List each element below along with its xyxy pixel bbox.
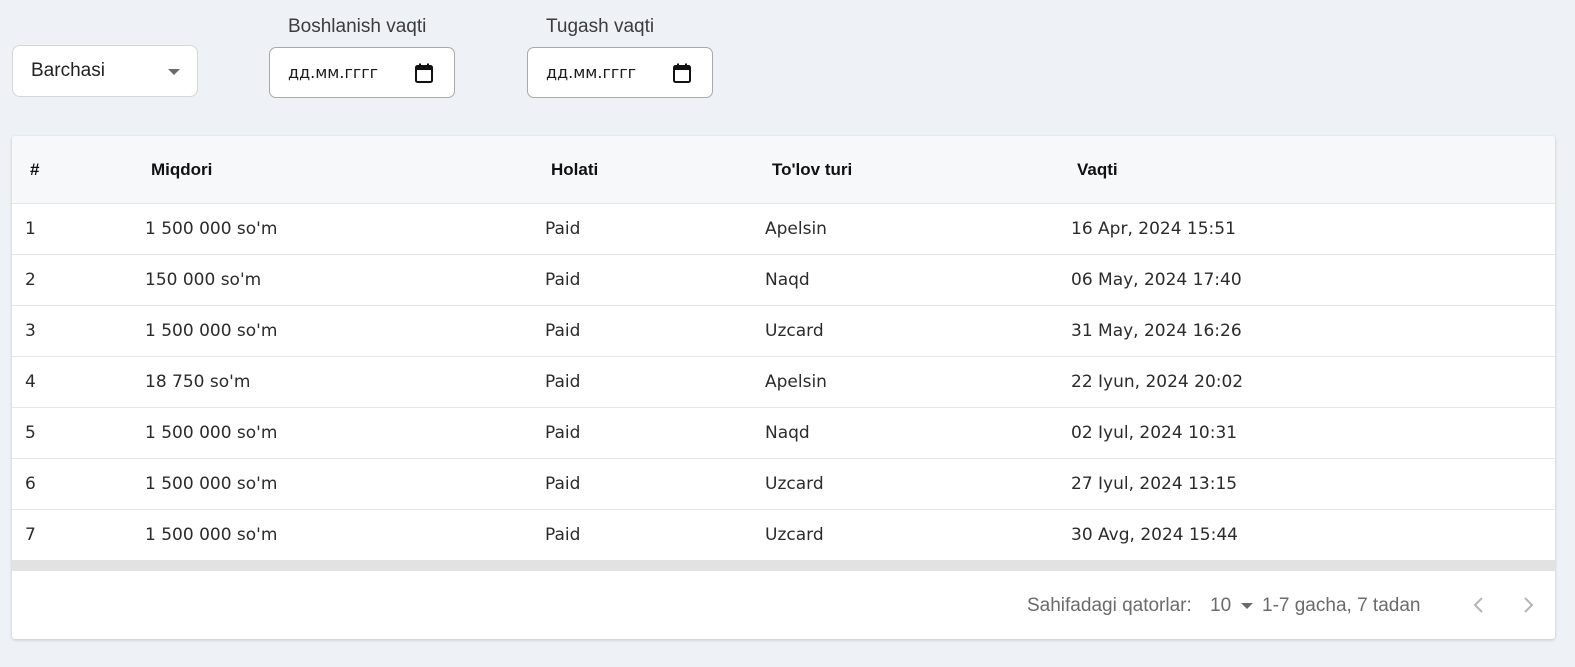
cell-amount: 18 750 so'm [145, 372, 251, 392]
cell-payment-type: Naqd [765, 423, 810, 443]
cell-amount: 1 500 000 so'm [145, 321, 278, 341]
cell-time: 27 Iyul, 2024 13:15 [1071, 474, 1238, 494]
cell-payment-type: Uzcard [765, 474, 824, 494]
cell-number: 3 [25, 321, 36, 341]
start-date-placeholder: дд.мм.гггг [288, 63, 379, 82]
column-header-amount: Miqdori [151, 160, 213, 179]
end-date-label: Tugash vaqti [546, 16, 655, 37]
cell-payment-type: Apelsin [765, 219, 827, 239]
cell-amount: 1 500 000 so'm [145, 474, 278, 494]
payments-table: # Miqdori Holati To'lov turi Vaqti 1 1 5… [12, 136, 1555, 639]
start-date-group: Boshlanish vaqti дд.мм.гггг [269, 14, 455, 98]
table-row: 6 1 500 000 so'm Paid Uzcard 27 Iyul, 20… [12, 459, 1555, 510]
start-date-label: Boshlanish vaqti [288, 16, 427, 37]
table-row: 7 1 500 000 so'm Paid Uzcard 30 Avg, 202… [12, 510, 1555, 560]
horizontal-scrollbar[interactable] [12, 560, 1555, 571]
rows-per-page-value: 10 [1210, 595, 1232, 616]
cell-number: 4 [25, 372, 36, 392]
dropdown-arrow-icon [168, 69, 180, 75]
cell-payment-type: Apelsin [765, 372, 827, 392]
table-row: 5 1 500 000 so'm Paid Naqd 02 Iyul, 2024… [12, 408, 1555, 459]
cell-amount: 1 500 000 so'm [145, 219, 278, 239]
cell-time: 31 May, 2024 16:26 [1071, 321, 1242, 341]
cell-amount: 150 000 so'm [145, 270, 262, 290]
pagination-range: 1-7 gacha, 7 tadan [1262, 595, 1421, 616]
cell-status: Paid [545, 525, 581, 545]
cell-status: Paid [545, 474, 581, 494]
cell-payment-type: Naqd [765, 270, 810, 290]
cell-number: 2 [25, 270, 36, 290]
cell-time: 22 Iyun, 2024 20:02 [1071, 372, 1244, 392]
column-header-time: Vaqti [1077, 160, 1118, 179]
cell-status: Paid [545, 219, 581, 239]
table-row: 1 1 500 000 so'm Paid Apelsin 16 Apr, 20… [12, 204, 1555, 255]
end-date-group: Tugash vaqti дд.мм.гггг [527, 14, 713, 98]
column-header-payment-type: To'lov turi [772, 160, 853, 179]
calendar-icon[interactable] [415, 63, 433, 83]
status-filter-value: Barchasi [31, 60, 105, 81]
calendar-icon[interactable] [673, 63, 691, 83]
cell-number: 5 [25, 423, 36, 443]
chevron-right-icon[interactable] [1513, 590, 1543, 620]
start-date-input[interactable]: дд.мм.гггг [269, 47, 455, 98]
cell-time: 02 Iyul, 2024 10:31 [1071, 423, 1238, 443]
cell-status: Paid [545, 423, 581, 443]
cell-payment-type: Uzcard [765, 321, 824, 341]
rows-per-page-label: Sahifadagi qatorlar: [1027, 595, 1192, 616]
rows-per-page-select[interactable]: 10 [1210, 595, 1254, 617]
cell-time: 16 Apr, 2024 15:51 [1071, 219, 1236, 239]
column-header-status: Holati [551, 160, 599, 179]
table-row: 2 150 000 so'm Paid Naqd 06 May, 2024 17… [12, 255, 1555, 306]
cell-amount: 1 500 000 so'm [145, 423, 278, 443]
chevron-left-icon[interactable] [1464, 590, 1494, 620]
cell-time: 06 May, 2024 17:40 [1071, 270, 1242, 290]
cell-number: 1 [25, 219, 36, 239]
status-filter-select[interactable]: Barchasi [12, 45, 198, 97]
cell-number: 6 [25, 474, 36, 494]
end-date-placeholder: дд.мм.гггг [546, 63, 637, 82]
cell-status: Paid [545, 321, 581, 341]
table-header: # Miqdori Holati To'lov turi Vaqti [12, 136, 1555, 204]
end-date-input[interactable]: дд.мм.гггг [527, 47, 713, 98]
cell-payment-type: Uzcard [765, 525, 824, 545]
cell-status: Paid [545, 270, 581, 290]
cell-time: 30 Avg, 2024 15:44 [1071, 525, 1238, 545]
cell-amount: 1 500 000 so'm [145, 525, 278, 545]
cell-status: Paid [545, 372, 581, 392]
table-row: 3 1 500 000 so'm Paid Uzcard 31 May, 202… [12, 306, 1555, 357]
column-header-number: # [30, 160, 40, 179]
table-row: 4 18 750 so'm Paid Apelsin 22 Iyun, 2024… [12, 357, 1555, 408]
cell-number: 7 [25, 525, 36, 545]
table-pagination: Sahifadagi qatorlar: 10 1-7 gacha, 7 tad… [12, 571, 1555, 639]
dropdown-arrow-icon [1241, 603, 1254, 609]
